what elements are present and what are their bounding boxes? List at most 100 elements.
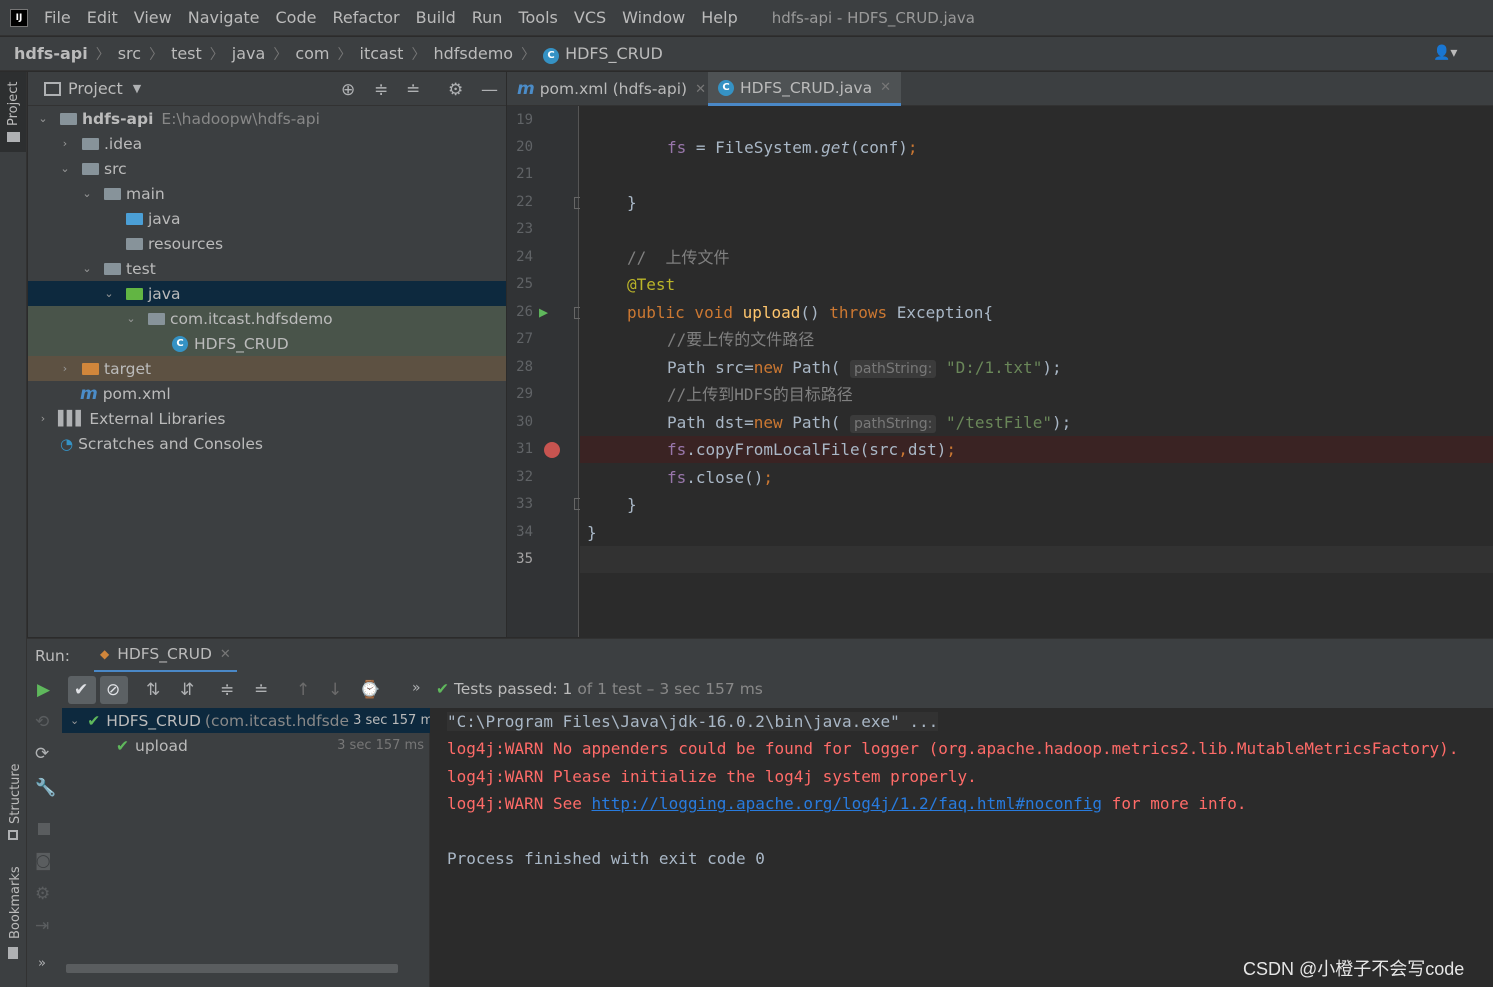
test-suite-row[interactable]: ⌄ ✔ HDFS_CRUD (com.itcast.hdfsde 3 sec 1… xyxy=(62,708,430,733)
collapse-all-icon[interactable]: ≐ xyxy=(254,680,268,700)
run-tab-label: HDFS_CRUD xyxy=(117,645,212,663)
breadcrumb-item[interactable]: HDFS_CRUD xyxy=(565,44,663,63)
console-output[interactable]: "C:\Program Files\Java\jdk-16.0.2\bin\ja… xyxy=(431,708,1493,987)
arrow-down-icon[interactable]: ↓ xyxy=(328,680,342,700)
tree-item-target[interactable]: › target xyxy=(28,356,506,381)
structure-tool-button[interactable]: Structure xyxy=(0,762,26,852)
test-history-icon[interactable]: ⌚ xyxy=(359,680,380,700)
tree-item-class[interactable]: C HDFS_CRUD xyxy=(28,331,506,356)
sort-duration-icon[interactable]: ⇵ xyxy=(180,680,194,700)
java-class-icon: C xyxy=(172,335,188,352)
bookmarks-tool-label: Bookmarks xyxy=(8,866,23,939)
run-tab[interactable]: ◆ HDFS_CRUD ✕ xyxy=(93,639,237,673)
collapse-all-icon[interactable]: ≐ xyxy=(406,80,420,100)
tree-item-pom[interactable]: m pom.xml xyxy=(28,381,506,406)
menu-navigate[interactable]: Navigate xyxy=(188,8,260,27)
project-tool-button[interactable]: Project xyxy=(0,72,26,152)
breadcrumb-item[interactable]: itcast xyxy=(360,44,404,63)
more-icon[interactable]: » xyxy=(38,956,46,971)
tab-pom-xml[interactable]: m pom.xml (hdfs-api) ✕ xyxy=(507,72,716,106)
menu-edit[interactable]: Edit xyxy=(87,8,118,27)
tree-item-test[interactable]: ⌄ test xyxy=(28,256,506,281)
tree-item-src[interactable]: ⌄ src xyxy=(28,156,506,181)
horizontal-scrollbar[interactable] xyxy=(66,964,398,973)
chevron-down-icon: ⌄ xyxy=(60,162,70,175)
breadcrumb-item[interactable]: test xyxy=(171,44,202,63)
wrench-icon[interactable]: 🔧 xyxy=(35,778,56,798)
settings-icon[interactable]: ⚙ xyxy=(35,884,50,904)
breadcrumb-item[interactable]: hdfsdemo xyxy=(433,44,513,63)
rerun-icon[interactable]: ▶ xyxy=(37,680,50,700)
tree-item-label: com.itcast.hdfsdemo xyxy=(170,309,333,328)
tree-item-test-java[interactable]: ⌄ java xyxy=(28,281,506,306)
tree-item-main-java[interactable]: java xyxy=(28,206,506,231)
tree-item-resources[interactable]: resources xyxy=(28,231,506,256)
menu-refactor[interactable]: Refactor xyxy=(332,8,399,27)
project-panel-header: Project ▼ ⊕ ≑ ≐ ⚙ — xyxy=(28,72,506,106)
run-config-icon: ◆ xyxy=(99,647,110,661)
close-icon[interactable]: ✕ xyxy=(220,647,231,662)
parameter-hint: pathString: xyxy=(850,360,937,378)
expand-all-icon[interactable]: ≑ xyxy=(374,80,388,100)
arrow-up-icon[interactable]: ↑ xyxy=(296,680,310,700)
run-test-icon[interactable]: ▶ xyxy=(539,303,548,321)
sort-alpha-icon[interactable]: ⇅ xyxy=(146,680,160,700)
tree-item-label: test xyxy=(126,259,156,278)
user-account-icon[interactable]: 👤▾ xyxy=(1433,45,1465,61)
tree-item-scratches[interactable]: ◔ Scratches and Consoles xyxy=(28,431,506,456)
check-icon: ✔ xyxy=(74,680,89,700)
breadcrumb-item[interactable]: java xyxy=(232,44,266,63)
tab-hdfs-crud[interactable]: C HDFS_CRUD.java ✕ xyxy=(708,72,902,106)
tree-item-external-libraries[interactable]: › ▌▌▌ External Libraries xyxy=(28,406,506,431)
status-suffix: of 1 test – 3 sec 157 ms xyxy=(577,680,763,698)
menu-view[interactable]: View xyxy=(134,8,172,27)
line-number: 23 xyxy=(516,221,533,237)
test-case-row[interactable]: ✔ upload 3 sec 157 ms xyxy=(62,733,430,758)
close-icon[interactable]: ✕ xyxy=(695,82,706,97)
tree-item-package[interactable]: ⌄ com.itcast.hdfsdemo xyxy=(28,306,506,331)
locate-icon[interactable]: ⊕ xyxy=(341,80,355,100)
tree-item-label: resources xyxy=(148,234,224,253)
line-number-current: 35 xyxy=(516,551,533,567)
menu-code[interactable]: Code xyxy=(276,8,317,27)
chevron-down-icon: ⌄ xyxy=(82,187,92,200)
tree-item-label: pom.xml xyxy=(102,384,171,403)
minimize-icon[interactable]: — xyxy=(481,80,498,100)
test-case-label: upload xyxy=(135,736,188,755)
tree-item-root[interactable]: ⌄ hdfs-api E:\hadoopw\hdfs-api xyxy=(28,106,506,131)
toggle-autotest-icon[interactable]: ⟳ xyxy=(35,744,49,764)
close-icon[interactable]: ✕ xyxy=(880,80,891,95)
console-warning-line: log4j:WARN See http://logging.apache.org… xyxy=(447,794,1247,813)
menu-build[interactable]: Build xyxy=(416,8,456,27)
test-folder-icon xyxy=(126,287,143,300)
breakpoint-icon[interactable] xyxy=(544,442,560,458)
menu-help[interactable]: Help xyxy=(701,8,737,27)
gear-icon[interactable]: ⚙ xyxy=(448,80,463,100)
chevron-right-icon: 〉 xyxy=(337,46,352,63)
menu-file[interactable]: File xyxy=(44,8,71,27)
tree-item-idea[interactable]: › .idea xyxy=(28,131,506,156)
rerun-failed-icon[interactable]: ⟲ xyxy=(35,712,49,732)
stop-icon[interactable] xyxy=(38,823,50,835)
breadcrumb-item[interactable]: hdfs-api xyxy=(14,44,88,63)
project-panel: Project ▼ ⊕ ≑ ≐ ⚙ — ⌄ hdfs-api E:\hadoop… xyxy=(28,72,506,637)
menu-window[interactable]: Window xyxy=(622,8,685,27)
menu-run[interactable]: Run xyxy=(472,8,503,27)
code-line-26: public void upload() throws Exception{ xyxy=(627,303,994,322)
menu-vcs[interactable]: VCS xyxy=(574,8,606,27)
camera-icon[interactable]: ◙ xyxy=(35,851,52,871)
project-panel-title[interactable]: Project xyxy=(68,79,123,98)
chevron-down-icon[interactable]: ▼ xyxy=(133,82,141,95)
breadcrumb-item[interactable]: com xyxy=(295,44,329,63)
expand-all-icon[interactable]: ≑ xyxy=(220,680,234,700)
line-number: 26 xyxy=(516,304,533,320)
menu-tools[interactable]: Tools xyxy=(518,8,557,27)
code-editor[interactable]: fs = FileSystem.get(conf); } // 上传文件 @Te… xyxy=(580,106,1493,637)
bookmarks-tool-button[interactable]: Bookmarks xyxy=(0,866,26,967)
breadcrumb-item[interactable]: src xyxy=(118,44,141,63)
tab-label: pom.xml (hdfs-api) xyxy=(539,80,688,98)
faq-link[interactable]: http://logging.apache.org/log4j/1.2/faq.… xyxy=(592,794,1103,813)
more-icon[interactable]: » xyxy=(412,680,421,696)
tree-item-main[interactable]: ⌄ main xyxy=(28,181,506,206)
exit-icon[interactable]: ⇥ xyxy=(35,916,49,936)
